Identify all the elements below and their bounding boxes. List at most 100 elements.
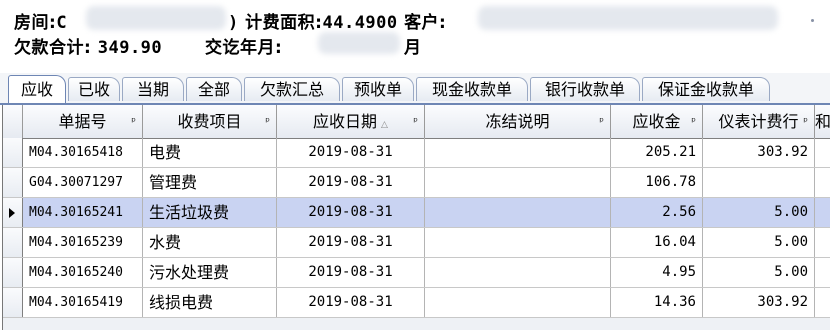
col-header-partial-label: 和 bbox=[815, 112, 830, 131]
col-header-charge-item-label: 收费项目 bbox=[177, 112, 242, 131]
area-label: 计费面积: bbox=[245, 13, 323, 33]
row-indicator-header bbox=[3, 105, 23, 138]
tab-bank-receipt[interactable]: 银行收款单 bbox=[530, 77, 640, 101]
col-header-meter-label: 仪表计费行 bbox=[718, 112, 799, 131]
table-row-selected[interactable]: M04.30165241 生活垃圾费 2019-08-31 2.56 5.00 bbox=[3, 198, 830, 228]
room-label: 房间: bbox=[14, 13, 57, 33]
meter-cell: 5.00 bbox=[703, 258, 815, 287]
amount-cell: 4.95 bbox=[611, 258, 703, 287]
current-row-arrow-icon bbox=[9, 208, 15, 218]
amount-cell: 205.21 bbox=[611, 138, 703, 167]
col-header-meter[interactable]: 仪表计费行 ᵖ bbox=[703, 105, 815, 138]
redacted-customer bbox=[478, 6, 778, 30]
pin-icon[interactable]: ᵖ bbox=[803, 105, 808, 138]
charge-item-cell: 线损电费 bbox=[143, 288, 277, 317]
col-header-charge-item[interactable]: 收费项目 ᵖ bbox=[143, 105, 277, 138]
row-indicator[interactable] bbox=[3, 228, 23, 257]
row-indicator[interactable] bbox=[3, 198, 23, 227]
pin-icon[interactable]: ᵖ bbox=[691, 105, 696, 138]
tab-cash-receipt[interactable]: 现金收款单 bbox=[416, 77, 528, 101]
col-header-amount-label: 应收金 bbox=[632, 112, 681, 131]
table-row[interactable]: M04.30165419 线损电费 2019-08-31 14.36 303.9… bbox=[3, 288, 830, 318]
freeze-note-cell bbox=[425, 258, 611, 287]
meter-cell: 5.00 bbox=[703, 228, 815, 257]
doc-no-cell: M04.30165241 bbox=[23, 198, 143, 227]
area-info: ) 计费面积:44.4900 客户: bbox=[228, 13, 447, 33]
table-row[interactable]: G04.30071297 管理费 2019-08-31 106.78 bbox=[3, 168, 830, 198]
amount-cell: 106.78 bbox=[611, 168, 703, 197]
doc-no-cell: M04.30165239 bbox=[23, 228, 143, 257]
amount-cell: 2.56 bbox=[611, 198, 703, 227]
charge-item-cell: 电费 bbox=[143, 138, 277, 167]
redacted-room bbox=[86, 6, 226, 30]
col-header-due-date[interactable]: 应收日期 △ ᵖ bbox=[277, 105, 425, 138]
col-header-partial[interactable]: 和 bbox=[815, 105, 830, 138]
info-line-2: 欠款合计: 349.90 交讫年月: bbox=[14, 33, 282, 58]
col-header-doc-no[interactable]: 单据号 ᵖ bbox=[23, 105, 143, 138]
due-date-cell: 2019-08-31 bbox=[277, 288, 425, 317]
customer-label: 客户: bbox=[404, 13, 447, 33]
charge-item-cell: 水费 bbox=[143, 228, 277, 257]
pin-icon[interactable]: ᵖ bbox=[413, 105, 418, 138]
sort-asc-icon: △ bbox=[381, 120, 388, 130]
grid-header: 单据号 ᵖ 收费项目 ᵖ 应收日期 △ ᵖ 冻结说明 ᵖ 应收金 ᵖ 仪表计费行 ᵖ 和 bbox=[3, 105, 830, 139]
due-date-cell: 2019-08-31 bbox=[277, 138, 425, 167]
row-indicator[interactable] bbox=[3, 138, 23, 167]
area-value: 44.4900 bbox=[322, 13, 398, 33]
due-date-cell: 2019-08-31 bbox=[277, 198, 425, 227]
row-indicator[interactable] bbox=[3, 258, 23, 287]
charge-item-cell: 污水处理费 bbox=[143, 258, 277, 287]
col-header-doc-no-label: 单据号 bbox=[58, 112, 107, 131]
doc-no-cell: M04.30165419 bbox=[23, 288, 143, 317]
freeze-note-cell bbox=[425, 288, 611, 317]
doc-no-cell: M04.30165240 bbox=[23, 258, 143, 287]
tab-arrears-summary[interactable]: 欠款汇总 bbox=[244, 77, 340, 101]
room-value: C bbox=[56, 13, 68, 33]
receivables-grid: 单据号 ᵖ 收费项目 ᵖ 应收日期 △ ᵖ 冻结说明 ᵖ 应收金 ᵖ 仪表计费行 ᵖ 和 M0… bbox=[2, 105, 830, 330]
due-date-cell: 2019-08-31 bbox=[277, 258, 425, 287]
speck bbox=[811, 19, 814, 22]
info-line-1: 房间:C bbox=[14, 8, 67, 33]
doc-no-cell: G04.30071297 bbox=[23, 168, 143, 197]
tab-deposit-receipt[interactable]: 保证金收款单 bbox=[642, 77, 770, 101]
until-suffix: 月 bbox=[404, 38, 422, 58]
meter-cell: 303.92 bbox=[703, 138, 815, 167]
redacted-date bbox=[318, 32, 400, 54]
freeze-note-cell bbox=[425, 198, 611, 227]
tab-all[interactable]: 全部 bbox=[186, 77, 242, 101]
freeze-note-cell bbox=[425, 228, 611, 257]
grid-footer-strip bbox=[3, 318, 830, 330]
col-header-amount[interactable]: 应收金 ᵖ bbox=[611, 105, 703, 138]
meter-cell bbox=[703, 168, 815, 197]
tab-receivable[interactable]: 应收 bbox=[8, 75, 66, 103]
until-label: 交讫年月: bbox=[205, 38, 283, 58]
account-info-panel: 房间:C ) 计费面积:44.4900 客户: 欠款合计: 349.90 交讫年… bbox=[0, 0, 830, 62]
row-indicator[interactable] bbox=[3, 168, 23, 197]
col-header-due-date-label: 应收日期 bbox=[313, 112, 378, 131]
pin-icon[interactable]: ᵖ bbox=[131, 105, 136, 138]
charge-item-cell: 生活垃圾费 bbox=[143, 198, 277, 227]
col-header-freeze-note[interactable]: 冻结说明 ᵖ bbox=[425, 105, 611, 138]
amount-cell: 16.04 bbox=[611, 228, 703, 257]
freeze-note-cell bbox=[425, 138, 611, 167]
arrears-value: 349.90 bbox=[97, 38, 163, 58]
meter-cell: 5.00 bbox=[703, 198, 815, 227]
tab-current-period[interactable]: 当期 bbox=[122, 77, 184, 101]
tab-prepaid[interactable]: 预收单 bbox=[342, 77, 414, 101]
row-indicator[interactable] bbox=[3, 288, 23, 317]
meter-cell: 303.92 bbox=[703, 288, 815, 317]
charge-item-cell: 管理费 bbox=[143, 168, 277, 197]
doc-no-cell: M04.30165418 bbox=[23, 138, 143, 167]
table-row[interactable]: M04.30165240 污水处理费 2019-08-31 4.95 5.00 bbox=[3, 258, 830, 288]
table-row[interactable]: M04.30165239 水费 2019-08-31 16.04 5.00 bbox=[3, 228, 830, 258]
arrears-label: 欠款合计: bbox=[14, 38, 92, 58]
tab-bar: 应收 已收 当期 全部 欠款汇总 预收单 现金收款单 银行收款单 保证金收款单 bbox=[0, 73, 830, 105]
amount-cell: 14.36 bbox=[611, 288, 703, 317]
due-date-cell: 2019-08-31 bbox=[277, 228, 425, 257]
table-row[interactable]: M04.30165418 电费 2019-08-31 205.21 303.92 bbox=[3, 138, 830, 168]
tab-received[interactable]: 已收 bbox=[68, 77, 120, 101]
freeze-note-cell bbox=[425, 168, 611, 197]
pin-icon[interactable]: ᵖ bbox=[265, 105, 270, 138]
pin-icon[interactable]: ᵖ bbox=[599, 105, 604, 138]
due-date-cell: 2019-08-31 bbox=[277, 168, 425, 197]
